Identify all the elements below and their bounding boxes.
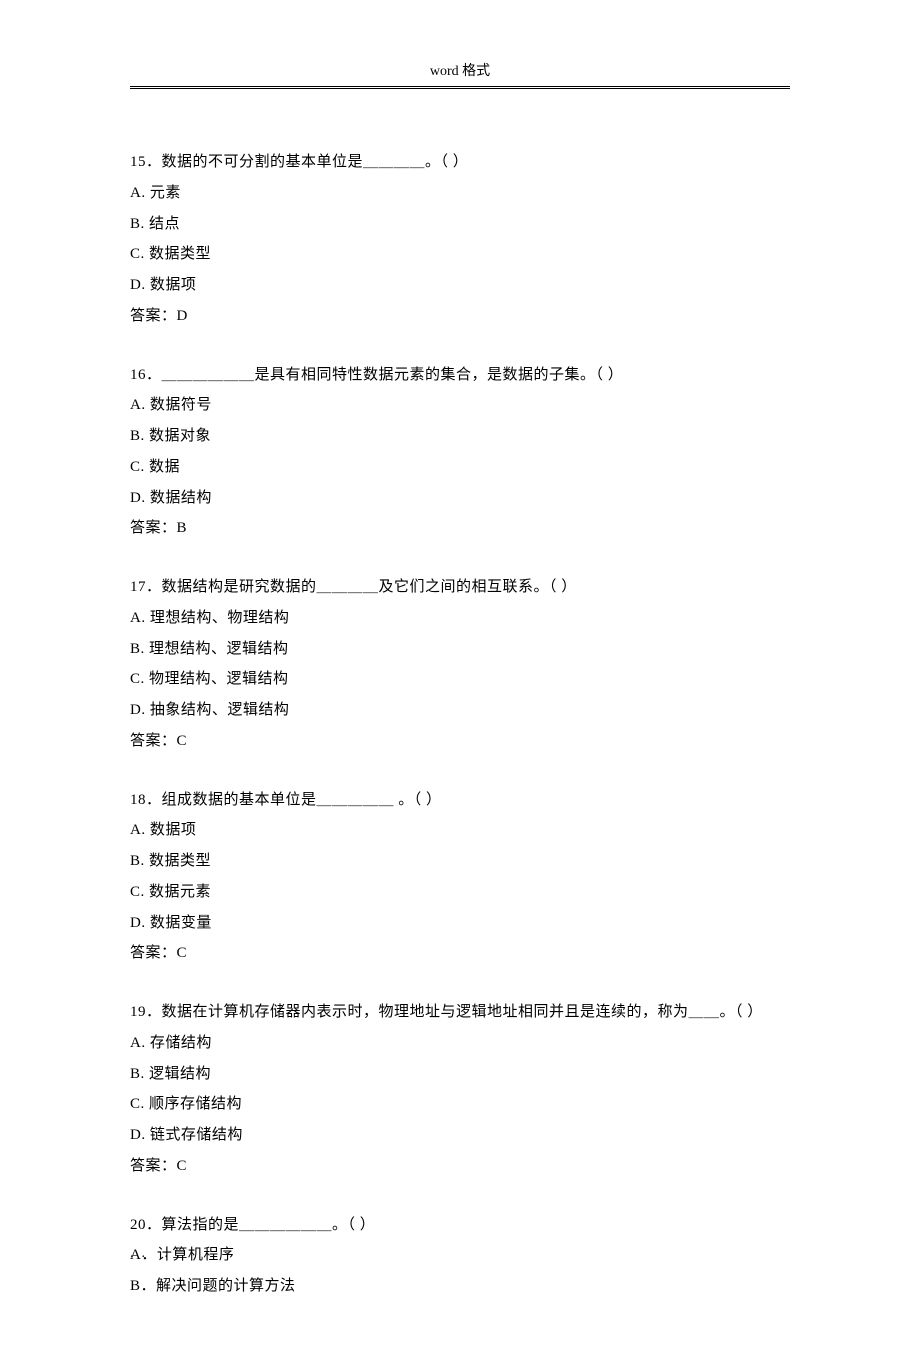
header-underline — [130, 88, 790, 89]
question-stem: 18．组成数据的基本单位是＿＿＿＿＿ 。（ ） — [130, 785, 790, 816]
option-a: A. 元素 — [130, 178, 790, 209]
option-d: D. 抽象结构、逻辑结构 — [130, 695, 790, 726]
option-a: A．计算机程序 — [130, 1240, 790, 1271]
page-header: word 格式 — [130, 60, 790, 87]
question-16: 16．＿＿＿＿＿＿是具有相同特性数据元素的集合，是数据的子集。（ ） A. 数据… — [130, 360, 790, 545]
header-text: word 格式 — [430, 64, 490, 79]
option-d: D. 数据项 — [130, 270, 790, 301]
question-15: 15．数据的不可分割的基本单位是＿＿＿＿。（ ） A. 元素 B. 结点 C. … — [130, 147, 790, 332]
option-a: A. 数据项 — [130, 815, 790, 846]
option-c: C. 数据 — [130, 452, 790, 483]
option-a: A. 理想结构、物理结构 — [130, 603, 790, 634]
option-c: C. 顺序存储结构 — [130, 1089, 790, 1120]
option-c: C. 数据类型 — [130, 239, 790, 270]
question-20: 20．算法指的是＿＿＿＿＿＿。（ ） A．计算机程序 B．解决问题的计算方法 — [130, 1210, 790, 1302]
document-page: word 格式 15．数据的不可分割的基本单位是＿＿＿＿。（ ） A. 元素 B… — [0, 0, 920, 1370]
option-b: B. 数据对象 — [130, 421, 790, 452]
option-d: D. 数据结构 — [130, 483, 790, 514]
option-b: B. 逻辑结构 — [130, 1059, 790, 1090]
option-b: B．解决问题的计算方法 — [130, 1271, 790, 1302]
footer-dots: .. .. — [130, 1246, 188, 1262]
answer-text: 答案：C — [130, 1151, 790, 1182]
question-stem: 15．数据的不可分割的基本单位是＿＿＿＿。（ ） — [130, 147, 790, 178]
answer-text: 答案：C — [130, 726, 790, 757]
question-stem: 20．算法指的是＿＿＿＿＿＿。（ ） — [130, 1210, 790, 1241]
answer-text: 答案：D — [130, 301, 790, 332]
answer-text: 答案：B — [130, 513, 790, 544]
content-area: 15．数据的不可分割的基本单位是＿＿＿＿。（ ） A. 元素 B. 结点 C. … — [130, 147, 790, 1302]
option-a: A. 数据符号 — [130, 390, 790, 421]
option-c: C. 物理结构、逻辑结构 — [130, 664, 790, 695]
question-stem: 19．数据在计算机存储器内表示时，物理地址与逻辑地址相同并且是连续的，称为＿＿。… — [130, 997, 790, 1028]
question-19: 19．数据在计算机存储器内表示时，物理地址与逻辑地址相同并且是连续的，称为＿＿。… — [130, 997, 790, 1182]
option-b: B. 数据类型 — [130, 846, 790, 877]
question-17: 17．数据结构是研究数据的＿＿＿＿及它们之间的相互联系。（ ） A. 理想结构、… — [130, 572, 790, 757]
option-c: C. 数据元素 — [130, 877, 790, 908]
question-stem: 17．数据结构是研究数据的＿＿＿＿及它们之间的相互联系。（ ） — [130, 572, 790, 603]
option-b: B. 理想结构、逻辑结构 — [130, 634, 790, 665]
answer-text: 答案：C — [130, 938, 790, 969]
question-stem: 16．＿＿＿＿＿＿是具有相同特性数据元素的集合，是数据的子集。（ ） — [130, 360, 790, 391]
option-d: D. 链式存储结构 — [130, 1120, 790, 1151]
option-b: B. 结点 — [130, 209, 790, 240]
option-a: A. 存储结构 — [130, 1028, 790, 1059]
option-d: D. 数据变量 — [130, 908, 790, 939]
question-18: 18．组成数据的基本单位是＿＿＿＿＿ 。（ ） A. 数据项 B. 数据类型 C… — [130, 785, 790, 970]
